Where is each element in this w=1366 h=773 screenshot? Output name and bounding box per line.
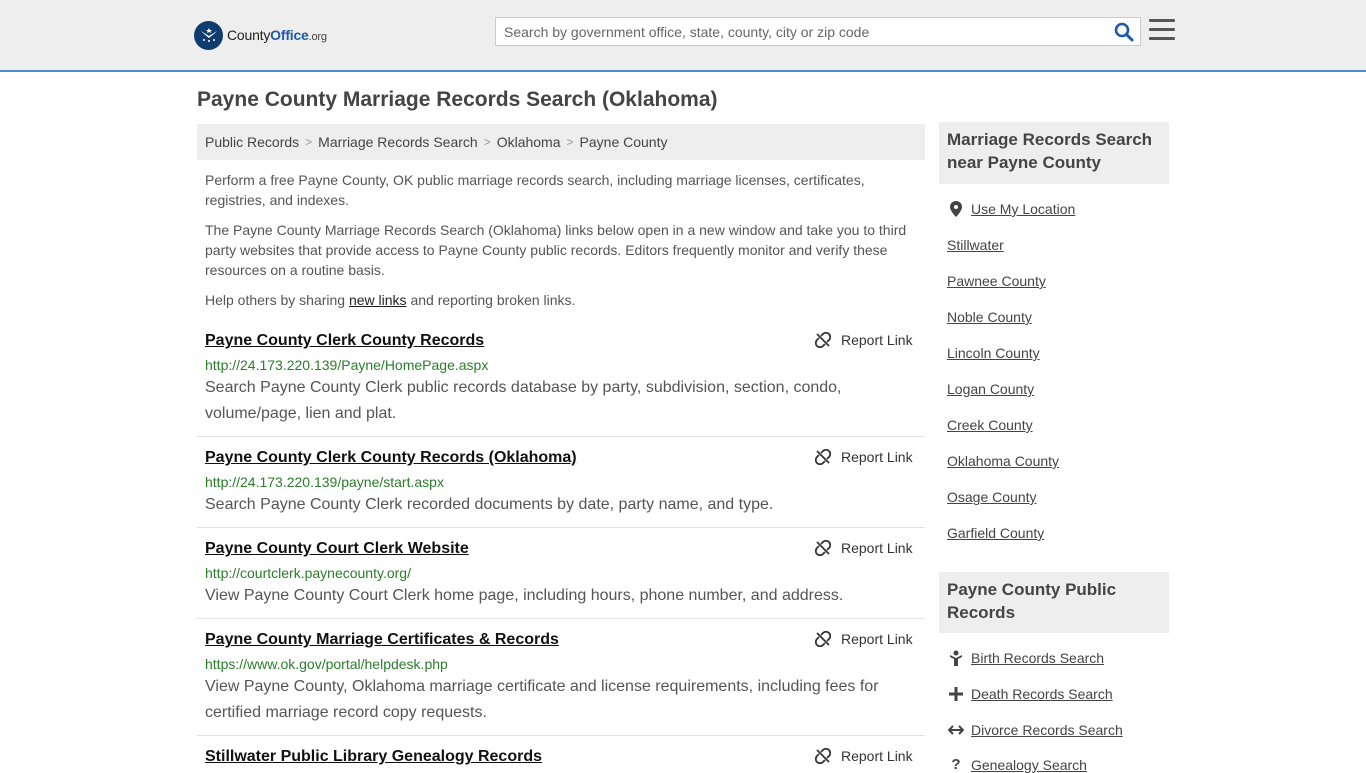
hamburger-menu-icon[interactable] [1149,19,1175,43]
public-records-heading: Payne County Public Records [939,572,1169,633]
breadcrumb-oklahoma[interactable]: Oklahoma [497,134,561,150]
baby-icon [947,650,965,666]
nearby-link-creek-county[interactable]: Creek County [947,417,1033,433]
breadcrumb: Public Records > Marriage Records Search… [197,124,925,160]
record-item: Payne County Clerk County Records Report… [197,322,925,437]
record-item: Stillwater Public Library Genealogy Reco… [197,736,925,768]
divorce-records-link[interactable]: Divorce Records Search [947,722,1123,738]
record-title-link[interactable]: Payne County Clerk County Records (Oklah… [205,449,577,467]
use-my-location-link[interactable]: Use My Location [947,201,1075,217]
nearby-link-pawnee-county[interactable]: Pawnee County [947,273,1046,289]
record-description: View Payne County, Oklahoma marriage cer… [205,678,879,721]
search-box [495,17,1141,46]
nearby-link-oklahoma-county[interactable]: Oklahoma County [947,453,1059,469]
breadcrumb-separator-icon: > [483,135,491,149]
nearby-link-osage-county[interactable]: Osage County [947,489,1037,505]
broken-link-icon [815,449,831,465]
record-title-link[interactable]: Payne County Marriage Certificates & Rec… [205,631,559,649]
broken-link-icon [815,540,831,556]
record-description: Search Payne County Clerk recorded docum… [205,496,774,513]
breadcrumb-separator-icon: > [305,135,313,149]
record-title-link[interactable]: Payne County Clerk County Records [205,332,484,350]
record-title-link[interactable]: Payne County Court Clerk Website [205,540,469,558]
site-header: CountyOffice.org [0,0,1366,72]
report-link-button[interactable]: Report Link [815,332,913,348]
genealogy-search-link[interactable]: ? Genealogy Search [947,756,1087,773]
breadcrumb-marriage-records[interactable]: Marriage Records Search [318,134,478,150]
logo-text: CountyOffice.org [227,27,327,43]
share-paragraph: Help others by sharing new links and rep… [205,292,576,308]
breadcrumb-payne-county: Payne County [579,134,668,150]
record-description: View Payne County Court Clerk home page,… [205,587,844,604]
nearby-link-noble-county[interactable]: Noble County [947,309,1032,325]
death-records-link[interactable]: Death Records Search [947,686,1113,702]
report-link-button[interactable]: Report Link [815,540,913,556]
record-url: http://24.173.220.139/payne/start.aspx [205,474,444,490]
record-item: Payne County Clerk County Records (Oklah… [197,437,925,528]
nearby-link-stillwater[interactable]: Stillwater [947,237,1004,253]
disclaimer-paragraph: The Payne County Marriage Records Search… [205,222,907,278]
record-item: Payne County Marriage Certificates & Rec… [197,619,925,736]
map-pin-icon [947,201,965,217]
record-url: https://www.ok.gov/portal/helpdesk.php [205,656,448,672]
logo-seal-icon [194,20,223,50]
breadcrumb-public-records[interactable]: Public Records [205,134,299,150]
search-icon[interactable] [1114,22,1134,42]
question-icon: ? [951,756,961,773]
new-links-link[interactable]: new links [349,292,407,308]
record-description: Search Payne County Clerk public records… [205,379,842,422]
nearby-link-lincoln-county[interactable]: Lincoln County [947,345,1040,361]
report-link-button[interactable]: Report Link [815,748,913,764]
broken-link-icon [815,631,831,647]
intro-paragraph: Perform a free Payne County, OK public m… [205,172,865,208]
record-url: http://courtclerk.paynecounty.org/ [205,565,411,581]
nearby-link-logan-county[interactable]: Logan County [947,381,1034,397]
report-link-button[interactable]: Report Link [815,449,913,465]
record-url: http://24.173.220.139/Payne/HomePage.asp… [205,357,489,373]
record-item: Payne County Court Clerk Website Report … [197,528,925,619]
search-input[interactable] [496,18,1096,45]
broken-link-icon [815,332,831,348]
nearby-heading: Marriage Records Search near Payne Count… [939,122,1169,184]
nearby-link-garfield-county[interactable]: Garfield County [947,525,1044,541]
site-logo[interactable]: CountyOffice.org [194,20,327,50]
birth-records-link[interactable]: Birth Records Search [947,650,1104,666]
cross-icon [947,687,965,701]
page-title: Payne County Marriage Records Search (Ok… [197,88,718,111]
broken-link-icon [815,748,831,764]
split-arrows-icon [947,724,965,736]
report-link-button[interactable]: Report Link [815,631,913,647]
record-title-link[interactable]: Stillwater Public Library Genealogy Reco… [205,748,542,766]
breadcrumb-separator-icon: > [566,135,574,149]
